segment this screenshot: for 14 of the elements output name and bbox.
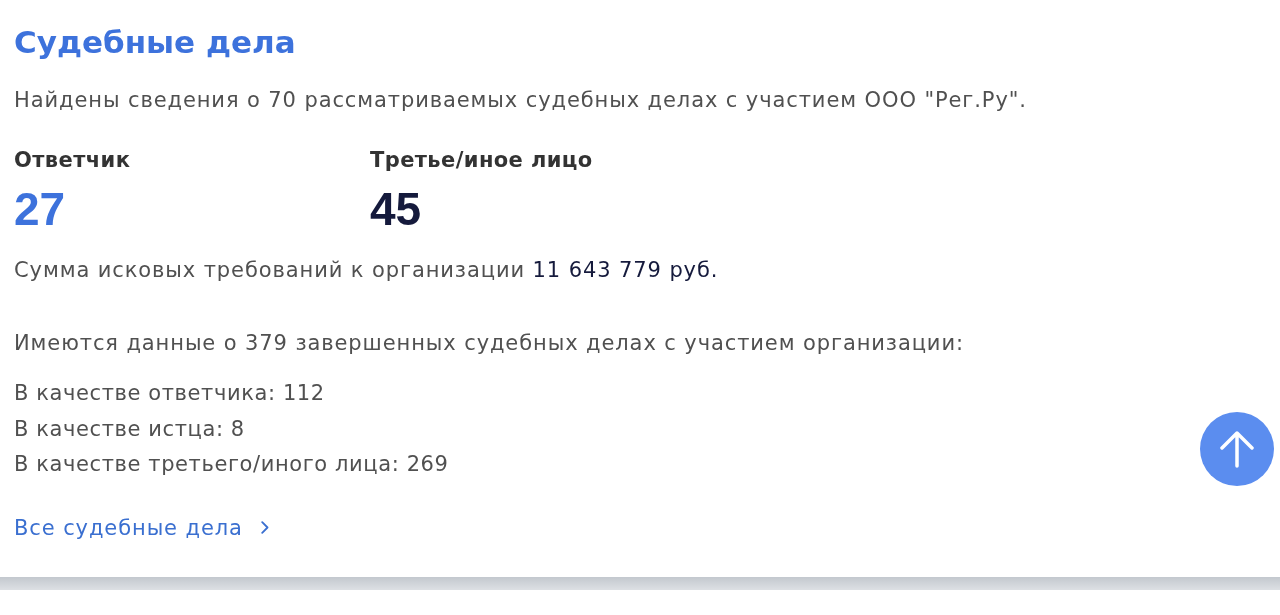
arrow-up-icon [1220, 430, 1254, 468]
completed-cases-item: В качестве истца: 8 [14, 415, 245, 443]
completed-cases-intro: Имеются данные о 379 завершенных судебных делах с участием организации: [14, 330, 964, 357]
claims-total-text: Сумма исковых требований к организации 11 643 779 руб. [14, 257, 719, 284]
section-title: Судебные дела [14, 23, 296, 62]
count-value: 45 [370, 184, 422, 234]
role-label: Ответчик [14, 147, 131, 174]
completed-cases-item: В качестве ответчика: 112 [14, 380, 325, 407]
count-link[interactable]: 27 [14, 184, 66, 234]
role-label: Третье/иное лицо [370, 147, 593, 174]
all-cases-link[interactable]: Все судебные дела [14, 512, 269, 543]
chevron-right-icon [260, 521, 269, 534]
completed-cases-item: В качестве третьего/иного лица: 269 [14, 451, 449, 478]
summary-text: Найдены сведения о 70 рассматриваемых судебных делах с участием ООО "Рег.Ру". [14, 87, 1027, 114]
